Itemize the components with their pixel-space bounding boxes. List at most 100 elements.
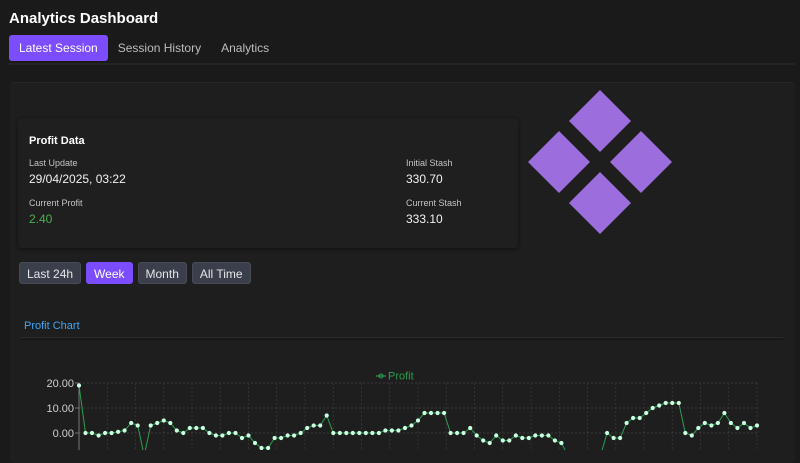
profit-data-point bbox=[83, 430, 88, 436]
current-profit-value: 2.40 bbox=[29, 212, 53, 226]
profit-data-point bbox=[487, 440, 492, 446]
range-month-button[interactable]: Month bbox=[137, 262, 187, 284]
profit-data-point bbox=[409, 423, 414, 428]
profit-data-point bbox=[468, 425, 473, 431]
profit-data-point bbox=[220, 433, 225, 438]
profit-data-point bbox=[207, 430, 212, 436]
profit-data-point bbox=[226, 430, 231, 436]
profit-data-point bbox=[637, 415, 642, 421]
range-last-24h-button[interactable]: Last 24h bbox=[19, 262, 82, 284]
profit-data-point bbox=[135, 423, 140, 428]
profit-data-point bbox=[311, 423, 316, 428]
profit-data-point bbox=[507, 438, 512, 443]
profit-data-point bbox=[89, 430, 95, 436]
profit-data-point bbox=[715, 420, 721, 426]
profit-data-point bbox=[422, 410, 427, 416]
profit-data-point bbox=[435, 410, 440, 416]
profit-data-point bbox=[657, 403, 662, 408]
tab-divider bbox=[9, 63, 795, 65]
y-tick-label: 0.00 bbox=[53, 428, 74, 440]
profit-data-point bbox=[233, 430, 238, 436]
profit-data-point bbox=[194, 425, 199, 431]
profit-data-point bbox=[689, 433, 694, 438]
profit-data-point bbox=[96, 433, 101, 438]
profit-data-point bbox=[702, 420, 707, 426]
profit-data-point bbox=[350, 430, 355, 436]
profit-data-point bbox=[213, 433, 218, 438]
profit-data-point bbox=[474, 433, 479, 438]
profit-data-point bbox=[415, 418, 421, 423]
profit-data-point bbox=[696, 425, 701, 431]
initial-stash-label: Initial Stash bbox=[406, 158, 453, 168]
profit-data-point bbox=[670, 400, 675, 406]
profit-data-point bbox=[546, 433, 551, 438]
profit-data-point bbox=[611, 435, 616, 441]
profit-data-point bbox=[442, 410, 447, 416]
profit-data-point bbox=[709, 423, 714, 428]
profit-data-point bbox=[155, 420, 160, 426]
profit-data-point bbox=[246, 433, 251, 438]
profit-data-point bbox=[722, 410, 727, 416]
profit-data-point bbox=[279, 435, 284, 441]
profit-data-point bbox=[187, 425, 192, 431]
profit-data-point bbox=[161, 418, 166, 423]
profit-data-point bbox=[363, 430, 368, 436]
initial-stash-value: 330.70 bbox=[406, 172, 443, 186]
y-tick-label: 10.00 bbox=[46, 403, 74, 415]
profit-data-point bbox=[533, 433, 538, 438]
current-profit-label: Current Profit bbox=[29, 198, 83, 208]
profit-data-point bbox=[481, 438, 486, 443]
profit-data-point bbox=[370, 430, 375, 436]
last-update-value: 29/04/2025, 03:22 bbox=[29, 172, 126, 186]
tab-analytics[interactable]: Analytics bbox=[211, 35, 279, 61]
profit-data-point bbox=[337, 430, 342, 436]
profit-data-point bbox=[383, 428, 388, 433]
profit-data-point bbox=[741, 420, 747, 426]
app-title: Analytics Dashboard bbox=[9, 10, 159, 27]
range-all-time-button[interactable]: All Time bbox=[191, 262, 251, 284]
profit-data-point bbox=[683, 430, 688, 436]
profit-data-point bbox=[618, 435, 623, 441]
current-stash-label: Current Stash bbox=[406, 198, 462, 208]
tab-latest-session[interactable]: Latest Session bbox=[9, 35, 108, 61]
profit-data-point bbox=[500, 438, 505, 443]
profit-data-point bbox=[318, 423, 323, 428]
profit-data-point bbox=[292, 433, 297, 438]
profit-data-point bbox=[305, 425, 310, 431]
profit-data-point bbox=[396, 428, 401, 433]
profit-data-point bbox=[624, 420, 629, 426]
diamond-logo-icon bbox=[528, 90, 672, 234]
current-stash-value: 333.10 bbox=[406, 212, 443, 226]
profit-data-point bbox=[285, 433, 290, 438]
profit-data-point bbox=[122, 428, 127, 433]
profit-data-point bbox=[605, 430, 610, 436]
y-tick-label: 20.00 bbox=[46, 378, 74, 390]
profit-data-point bbox=[266, 445, 271, 450]
profit-data-point bbox=[513, 433, 518, 438]
profit-data-point bbox=[298, 430, 303, 436]
profit-data-point bbox=[748, 425, 753, 431]
profit-data-point bbox=[461, 430, 466, 436]
profit-data-point bbox=[728, 420, 734, 426]
chart-header-divider bbox=[20, 337, 783, 338]
profit-chart-title: Profit Chart bbox=[24, 320, 80, 332]
profit-data-point bbox=[494, 433, 499, 438]
time-range-selector: Last 24h Week Month All Time bbox=[19, 262, 256, 284]
profit-data-point bbox=[324, 413, 329, 418]
profit-line-chart: 20.00 10.00 0.00 Profit bbox=[46, 371, 760, 450]
profit-data-point bbox=[109, 430, 114, 436]
profit-data-point bbox=[168, 420, 173, 426]
profit-data-point bbox=[428, 410, 434, 416]
range-week-button[interactable]: Week bbox=[86, 262, 133, 284]
profit-data-point bbox=[259, 445, 264, 450]
profit-data-point bbox=[402, 425, 408, 431]
profit-data-point bbox=[376, 430, 381, 436]
profit-data-point bbox=[116, 429, 121, 434]
profit-data-point bbox=[129, 420, 134, 426]
profit-data-point bbox=[76, 383, 82, 388]
tab-session-history[interactable]: Session History bbox=[108, 35, 211, 61]
profit-card-title: Profit Data bbox=[29, 135, 85, 147]
profit-data-point bbox=[174, 428, 179, 433]
profit-data-point bbox=[389, 428, 394, 433]
last-update-label: Last Update bbox=[29, 158, 78, 168]
